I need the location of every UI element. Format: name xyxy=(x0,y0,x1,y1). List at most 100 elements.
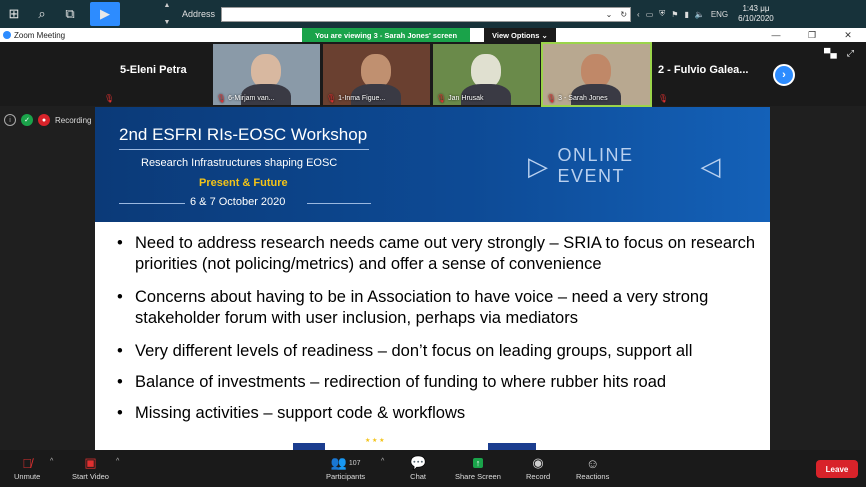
reactions-label: Reactions xyxy=(576,472,610,481)
share-screen-button[interactable]: ↑ Share Screen xyxy=(455,454,501,481)
participant-video xyxy=(581,54,611,88)
muted-mic-icon: 🎙 xyxy=(104,94,115,103)
participant-label: 🎙 1-Inma Figue... xyxy=(326,94,385,103)
info-icon[interactable]: i xyxy=(4,114,16,126)
participants-label: Participants xyxy=(326,472,366,481)
participant-video xyxy=(251,54,281,88)
leave-button[interactable]: Leave xyxy=(816,460,858,478)
participant-label: 🎙 Jan Hrusak xyxy=(436,94,484,103)
chevron-left-icon[interactable]: ‹ xyxy=(637,10,640,19)
participant-video xyxy=(471,54,501,88)
slide-bullet: Very different levels of readiness – don… xyxy=(117,341,767,362)
online-event-label: ▷ ONLINE EVENT ◁ xyxy=(520,145,730,186)
recording-label: Recording xyxy=(55,115,92,125)
slide-tagline: Present & Future xyxy=(199,177,288,189)
chat-button[interactable]: 💬 Chat xyxy=(410,454,426,481)
play-outline-reverse-icon: ◁ xyxy=(700,150,722,181)
layout-icon[interactable]: ▀▄ xyxy=(824,48,837,59)
minimize-icon[interactable]: — xyxy=(758,28,794,42)
participants-chevron-icon[interactable]: ^ xyxy=(381,458,384,465)
online-event-text: ONLINE EVENT xyxy=(557,145,634,186)
battery-icon[interactable]: ▮ xyxy=(684,10,688,19)
video-off-icon: ▣ xyxy=(84,455,97,470)
window-title: Zoom Meeting xyxy=(14,30,66,40)
muted-mic-icon: 🎙 xyxy=(436,94,447,103)
security-shield-icon[interactable]: ✓ xyxy=(21,114,33,126)
slide-subtitle: Research Infrastructures shaping EOSC xyxy=(141,157,338,169)
window-controls: — ❐ ✕ xyxy=(758,28,866,42)
fullscreen-icon[interactable]: ⤢ xyxy=(847,48,854,59)
windows-start-icon[interactable]: ⊞ xyxy=(0,0,28,28)
slide-bullet: Concerns about having to be in Associati… xyxy=(117,287,767,329)
participant-name-left[interactable]: 5-Eleni Petra xyxy=(120,64,187,76)
unmute-button[interactable]: 🎙̸ Unmute xyxy=(14,454,41,482)
share-screen-label: Share Screen xyxy=(455,472,501,481)
muted-mic-icon: 🎙 xyxy=(546,94,557,103)
next-page-button[interactable]: › xyxy=(773,64,795,86)
task-view-icon[interactable]: ⧉ xyxy=(56,0,84,28)
participant-gallery: 5-Eleni Petra 🎙 🎙 6-Mirjam van... 🎙 1-Inma … xyxy=(0,42,866,107)
meeting-toolbar: 🎙̸ Unmute ^ ▣ Start Video ^ 👥 107 Partici… xyxy=(0,450,866,487)
participants-button[interactable]: 👥 107 Participants xyxy=(326,454,365,481)
slide-title: 2nd ESFRI RIs-EOSC Workshop xyxy=(119,125,368,144)
system-tray: ‹ ▭ ⛨ ⚑ ▮ 🔈 ENG xyxy=(637,9,728,19)
taskbar-scroll[interactable]: ▲ ▼ xyxy=(160,0,174,28)
participants-icon: 👥 107 xyxy=(330,455,361,470)
audio-options-chevron-icon[interactable]: ^ xyxy=(50,458,53,465)
participant-label: 🎙 6-Mirjam van... xyxy=(216,94,274,103)
view-options-button[interactable]: View Options ⌄ xyxy=(484,28,556,42)
participant-video-tile[interactable]: 🎙 1-Inma Figue... xyxy=(323,44,430,105)
participant-name: 1-Inma Figue... xyxy=(338,95,386,102)
participant-name: Jan Hrusak xyxy=(448,95,484,102)
unmute-label: Unmute xyxy=(14,472,41,481)
participant-name-right[interactable]: 2 - Fulvio Galea... xyxy=(658,64,748,76)
participant-name: 3 - Sarah Jones xyxy=(558,95,608,102)
participant-video-tile[interactable]: 🎙 Jan Hrusak xyxy=(433,44,540,105)
divider xyxy=(307,203,371,204)
muted-mic-icon: 🎙 xyxy=(216,94,227,103)
zoom-logo-icon xyxy=(3,31,11,39)
windows-taskbar: ⊞ ⌕ ⧉ ▶ ▲ ▼ Address ⌄ ↻ ‹ ▭ ⛨ ⚑ ▮ 🔈 ENG 1:… xyxy=(0,0,866,28)
slide-bullet: Need to address research needs came out … xyxy=(117,233,767,275)
partner-logo xyxy=(293,443,325,450)
reactions-button[interactable]: ☺ Reactions xyxy=(576,454,610,482)
search-icon[interactable]: ⌕ xyxy=(28,0,56,28)
window-titlebar: Zoom Meeting You are viewing 3 - Sarah J… xyxy=(0,28,866,42)
participant-video-tile[interactable]: 🎙 3 - Sarah Jones xyxy=(541,42,652,107)
muted-mic-icon: 🎙 xyxy=(658,94,669,103)
refresh-icon[interactable]: ↻ xyxy=(620,10,627,19)
shield-icon[interactable]: ⛨ xyxy=(659,9,665,19)
start-video-button[interactable]: ▣ Start Video xyxy=(72,454,109,481)
volume-icon[interactable]: 🔈 xyxy=(695,10,705,19)
flag-icon[interactable]: ⚑ xyxy=(671,10,678,19)
network-icon[interactable]: ▭ xyxy=(646,10,654,19)
reactions-icon: ☺ xyxy=(586,455,600,471)
slide-bullet-list: Need to address research needs came out … xyxy=(117,233,767,424)
dropdown-icon[interactable]: ⌄ xyxy=(606,10,613,19)
participants-count: 107 xyxy=(348,459,361,467)
address-label: Address xyxy=(182,9,216,19)
close-icon[interactable]: ✕ xyxy=(830,28,866,42)
video-options-chevron-icon[interactable]: ^ xyxy=(116,458,119,465)
slide-bullet: Balance of investments – redirection of … xyxy=(117,372,767,393)
restore-icon[interactable]: ❐ xyxy=(794,28,830,42)
eu-flag-logo xyxy=(488,443,536,450)
participant-label: 🎙 3 - Sarah Jones xyxy=(546,94,608,103)
record-button[interactable]: ◉ Record xyxy=(526,454,550,481)
address-field[interactable]: ⌄ ↻ xyxy=(221,6,632,22)
chat-label: Chat xyxy=(410,472,427,481)
viewing-banner: You are viewing 3 - Sarah Jones' screen xyxy=(302,28,470,42)
muted-microphone-icon: 🎙̸ xyxy=(22,455,32,471)
participant-video-tile[interactable]: 🎙 6-Mirjam van... xyxy=(213,44,320,105)
slide-dates: 6 & 7 October 2020 xyxy=(190,196,286,208)
language-indicator[interactable]: ENG xyxy=(711,10,728,19)
play-outline-icon: ▷ xyxy=(528,150,550,181)
recording-indicator: i ✓ ● Recording xyxy=(4,114,91,126)
clock[interactable]: 1:43 μμ 6/10/2020 xyxy=(738,4,774,24)
share-screen-icon: ↑ xyxy=(472,454,484,472)
clock-date: 6/10/2020 xyxy=(738,14,774,23)
slide-bullet: Missing activities – support code & work… xyxy=(117,403,767,424)
shared-screen-slide: 2nd ESFRI RIs-EOSC Workshop Research Inf… xyxy=(95,107,770,450)
zoom-app-icon[interactable]: ▶ xyxy=(90,2,120,26)
gallery-view-controls: ▀▄ ⤢ xyxy=(824,48,854,59)
